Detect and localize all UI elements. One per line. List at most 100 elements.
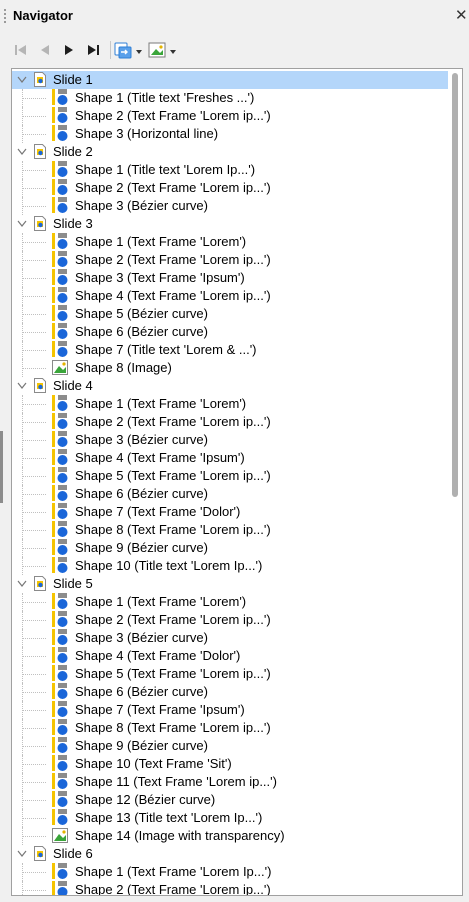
tree-item-shape[interactable]: Shape 2 (Text Frame 'Lorem ip...')	[12, 107, 448, 125]
tree-item-shape[interactable]: Shape 2 (Text Frame 'Lorem ip...')	[12, 251, 448, 269]
tree-item-shape[interactable]: Shape 2 (Text Frame 'Lorem ip...')	[12, 881, 448, 895]
tree-item-shape[interactable]: Shape 1 (Text Frame 'Lorem')	[12, 233, 448, 251]
shape-label: Shape 8 (Image)	[75, 360, 172, 375]
tree-line	[22, 278, 46, 280]
tree-item-shape[interactable]: Shape 3 (Horizontal line)	[12, 125, 448, 143]
navigator-tree[interactable]: Slide 1 Shape 1 (Title text 'Freshes ...'…	[11, 68, 463, 896]
tree-item-shape[interactable]: Shape 4 (Text Frame 'Ipsum')	[12, 449, 448, 467]
shape-label: Shape 9 (Bézier curve)	[75, 738, 208, 753]
tree-line	[22, 332, 46, 334]
shape-label: Shape 1 (Text Frame 'Lorem')	[75, 234, 247, 249]
tree-item-shape[interactable]: Shape 10 (Text Frame 'Sit')	[12, 755, 448, 773]
shape-label: Shape 13 (Title text 'Lorem Ip...')	[75, 810, 263, 825]
previous-slide-button[interactable]	[34, 38, 56, 62]
tree-item-shape[interactable]: Shape 2 (Text Frame 'Lorem ip...')	[12, 413, 448, 431]
last-slide-button[interactable]	[82, 38, 104, 62]
tree-line	[22, 548, 46, 550]
tree-item-shape[interactable]: Shape 11 (Text Frame 'Lorem ip...')	[12, 773, 448, 791]
shape-label: Shape 2 (Text Frame 'Lorem ip...')	[75, 180, 271, 195]
tree-line	[22, 818, 46, 820]
tree-line	[22, 116, 46, 118]
shape-icon	[52, 107, 68, 124]
scrollbar-thumb[interactable]	[452, 73, 458, 497]
shape-icon	[52, 521, 68, 538]
tree-item-slide[interactable]: Slide 1	[12, 71, 448, 89]
tree-item-shape[interactable]: Shape 1 (Text Frame 'Lorem')	[12, 593, 448, 611]
tree-item-slide[interactable]: Slide 5	[12, 575, 448, 593]
last-icon	[88, 45, 99, 55]
slide-icon	[34, 144, 46, 159]
tree-item-shape[interactable]: Shape 3 (Bézier curve)	[12, 197, 448, 215]
drag-grip-icon[interactable]	[4, 9, 6, 25]
shape-icon	[52, 809, 68, 826]
tree-item-slide[interactable]: Slide 6	[12, 845, 448, 863]
tree-item-shape[interactable]: Shape 2 (Text Frame 'Lorem ip...')	[12, 179, 448, 197]
chevron-down-icon[interactable]	[16, 217, 28, 231]
tree-item-slide[interactable]: Slide 4	[12, 377, 448, 395]
shape-label: Shape 1 (Title text 'Lorem Ip...')	[75, 162, 256, 177]
shape-icon	[52, 629, 68, 646]
drag-mode-button[interactable]	[113, 38, 145, 62]
chevron-down-icon[interactable]	[16, 847, 28, 861]
shape-label: Shape 4 (Text Frame 'Ipsum')	[75, 450, 245, 465]
shape-label: Shape 2 (Text Frame 'Lorem ip...')	[75, 108, 271, 123]
tree-item-shape[interactable]: Shape 8 (Image)	[12, 359, 448, 377]
next-slide-button[interactable]	[58, 38, 80, 62]
vertical-scrollbar[interactable]	[451, 71, 460, 891]
tree-item-shape[interactable]: Shape 12 (Bézier curve)	[12, 791, 448, 809]
tree-item-shape[interactable]: Shape 7 (Text Frame 'Dolor')	[12, 503, 448, 521]
image-icon	[52, 827, 68, 844]
shape-label: Shape 10 (Text Frame 'Sit')	[75, 756, 232, 771]
tree-line	[22, 602, 46, 604]
shape-icon	[52, 557, 68, 574]
chevron-down-icon[interactable]	[16, 379, 28, 393]
tree-item-shape[interactable]: Shape 9 (Bézier curve)	[12, 539, 448, 557]
shape-label: Shape 3 (Bézier curve)	[75, 432, 208, 447]
shape-icon	[52, 161, 68, 178]
tree-item-shape[interactable]: Shape 7 (Title text 'Lorem & ...')	[12, 341, 448, 359]
chevron-down-icon[interactable]	[16, 73, 28, 87]
tree-item-shape[interactable]: Shape 5 (Text Frame 'Lorem ip...')	[12, 467, 448, 485]
slide-label: Slide 6	[53, 846, 93, 861]
tree-item-shape[interactable]: Shape 1 (Title text 'Freshes ...')	[12, 89, 448, 107]
tree-item-shape[interactable]: Shape 3 (Text Frame 'Ipsum')	[12, 269, 448, 287]
tree-item-shape[interactable]: Shape 4 (Text Frame 'Dolor')	[12, 647, 448, 665]
tree-item-shape[interactable]: Shape 6 (Bézier curve)	[12, 485, 448, 503]
tree-item-shape[interactable]: Shape 3 (Bézier curve)	[12, 431, 448, 449]
close-button[interactable]: ✕	[455, 6, 468, 24]
tree-item-shape[interactable]: Shape 8 (Text Frame 'Lorem ip...')	[12, 521, 448, 539]
tree-line	[22, 692, 46, 694]
tree-item-slide[interactable]: Slide 2	[12, 143, 448, 161]
tree-item-shape[interactable]: Shape 6 (Bézier curve)	[12, 323, 448, 341]
slide-icon	[34, 216, 46, 231]
tree-item-shape[interactable]: Shape 5 (Bézier curve)	[12, 305, 448, 323]
shape-icon	[52, 341, 68, 358]
shape-label: Shape 7 (Title text 'Lorem & ...')	[75, 342, 257, 357]
tree-item-slide[interactable]: Slide 3	[12, 215, 448, 233]
chevron-down-icon[interactable]	[16, 145, 28, 159]
shape-icon	[52, 773, 68, 790]
tree-item-shape[interactable]: Shape 14 (Image with transparency)	[12, 827, 448, 845]
tree-item-shape[interactable]: Shape 9 (Bézier curve)	[12, 737, 448, 755]
slide-icon	[34, 576, 46, 591]
show-shapes-button[interactable]	[147, 38, 179, 62]
first-slide-button[interactable]	[10, 38, 32, 62]
tree-line	[22, 512, 46, 514]
chevron-down-icon[interactable]	[16, 577, 28, 591]
dock-edge-marker	[0, 431, 3, 503]
shape-icon	[52, 449, 68, 466]
tree-item-shape[interactable]: Shape 1 (Text Frame 'Lorem')	[12, 395, 448, 413]
shape-label: Shape 5 (Text Frame 'Lorem ip...')	[75, 666, 271, 681]
tree-item-shape[interactable]: Shape 4 (Text Frame 'Lorem ip...')	[12, 287, 448, 305]
tree-item-shape[interactable]: Shape 1 (Title text 'Lorem Ip...')	[12, 161, 448, 179]
tree-item-shape[interactable]: Shape 7 (Text Frame 'Ipsum')	[12, 701, 448, 719]
tree-item-shape[interactable]: Shape 5 (Text Frame 'Lorem ip...')	[12, 665, 448, 683]
tree-item-shape[interactable]: Shape 1 (Text Frame 'Lorem Ip...')	[12, 863, 448, 881]
tree-line	[22, 494, 46, 496]
tree-item-shape[interactable]: Shape 2 (Text Frame 'Lorem ip...')	[12, 611, 448, 629]
tree-item-shape[interactable]: Shape 3 (Bézier curve)	[12, 629, 448, 647]
tree-item-shape[interactable]: Shape 13 (Title text 'Lorem Ip...')	[12, 809, 448, 827]
tree-item-shape[interactable]: Shape 10 (Title text 'Lorem Ip...')	[12, 557, 448, 575]
tree-item-shape[interactable]: Shape 8 (Text Frame 'Lorem ip...')	[12, 719, 448, 737]
tree-item-shape[interactable]: Shape 6 (Bézier curve)	[12, 683, 448, 701]
